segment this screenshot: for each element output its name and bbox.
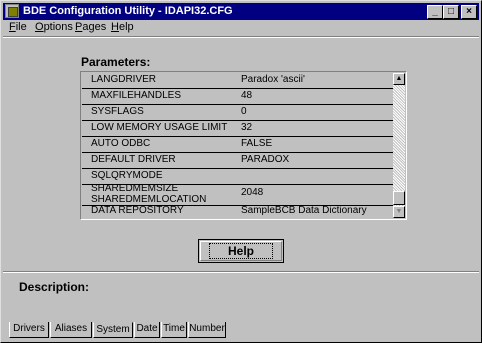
title-bar[interactable]: BDE Configuration Utility - IDAPI32.CFG … xyxy=(3,3,479,20)
param-name-text: SHAREDMEMSIZE xyxy=(91,185,179,194)
main-window: BDE Configuration Utility - IDAPI32.CFG … xyxy=(0,0,482,343)
param-name: SYSFLAGS xyxy=(82,105,234,120)
param-row-auto-odbc[interactable]: AUTO ODBC FALSE xyxy=(82,137,393,152)
scroll-up-button[interactable]: ▲ xyxy=(393,73,405,85)
minimize-button[interactable]: _ xyxy=(427,5,443,19)
parameters-grid-body: LANGDRIVER Paradox 'ascii' MAXFILEHANDLE… xyxy=(82,73,393,218)
tab-label: Time xyxy=(163,323,185,334)
close-button[interactable]: × xyxy=(461,5,477,19)
param-value[interactable]: 0 xyxy=(235,105,393,120)
minimize-icon: _ xyxy=(432,6,438,17)
param-row-default-driver[interactable]: DEFAULT DRIVER PARADOX xyxy=(82,153,393,168)
arrow-down-icon: ▼ xyxy=(395,208,403,215)
param-value-text: Paradox 'ascii' xyxy=(241,74,305,85)
param-value-text: 32 xyxy=(241,122,253,133)
menu-options-accel: O xyxy=(35,21,44,33)
menu-file[interactable]: File xyxy=(9,21,27,33)
param-value[interactable]: 48 xyxy=(235,89,393,104)
app-icon[interactable] xyxy=(5,4,19,18)
param-value-text: FALSE xyxy=(241,138,273,149)
param-name-text: SQLQRYMODE xyxy=(91,170,163,181)
parameters-grid[interactable]: LANGDRIVER Paradox 'ascii' MAXFILEHANDLE… xyxy=(80,71,407,220)
param-name: SHAREDMEMSIZE SHAREDMEMLOCATION xyxy=(82,185,234,205)
param-row-sharedmem[interactable]: SHAREDMEMSIZE SHAREDMEMLOCATION 2048 xyxy=(82,185,393,205)
tab-number[interactable]: Number xyxy=(188,322,226,338)
param-value-text: 2048 xyxy=(241,187,264,198)
menu-options-label: ptions xyxy=(43,21,73,33)
param-name-text: DATA REPOSITORY xyxy=(91,206,184,216)
menu-file-accel: F xyxy=(9,21,16,33)
param-name-text: MAXFILEHANDLES xyxy=(91,90,182,101)
param-name: DATA REPOSITORY xyxy=(82,206,234,218)
menu-pages[interactable]: Pages xyxy=(75,21,106,33)
param-name-text: DEFAULT DRIVER xyxy=(91,154,176,165)
tab-label: Drivers xyxy=(13,323,45,334)
scroll-down-button[interactable]: ▼ xyxy=(393,206,405,218)
param-value[interactable]: FALSE xyxy=(235,137,393,152)
param-value-text: 0 xyxy=(241,106,247,117)
parameters-label: Parameters: xyxy=(81,55,151,69)
param-name-text: SYSFLAGS xyxy=(91,106,144,117)
tab-time[interactable]: Time xyxy=(161,322,187,338)
param-value-text: SampleBCB Data Dictionary xyxy=(241,206,367,216)
param-row-maxfilehandles[interactable]: MAXFILEHANDLES 48 xyxy=(82,89,393,104)
description-separator xyxy=(3,271,479,273)
param-value[interactable]: SampleBCB Data Dictionary xyxy=(235,206,393,218)
param-name: SQLQRYMODE xyxy=(82,169,234,184)
param-value-text: 48 xyxy=(241,90,253,101)
tab-date[interactable]: Date xyxy=(134,322,160,338)
tab-system[interactable]: System xyxy=(93,322,133,338)
menu-pages-label: ages xyxy=(82,21,107,33)
menu-options[interactable]: Options xyxy=(35,21,73,33)
param-value[interactable] xyxy=(235,169,393,184)
param-value[interactable]: PARADOX xyxy=(235,153,393,168)
param-name-text: AUTO ODBC xyxy=(91,138,151,149)
tab-label: Number xyxy=(189,323,225,334)
param-name: MAXFILEHANDLES xyxy=(82,89,234,104)
param-row-langdriver[interactable]: LANGDRIVER Paradox 'ascii' xyxy=(82,73,393,88)
param-name-text-2: SHAREDMEMLOCATION xyxy=(91,194,207,205)
menu-help-label: elp xyxy=(118,21,134,33)
help-button-label: Help xyxy=(208,243,273,259)
maximize-button[interactable]: □ xyxy=(443,5,459,19)
param-value[interactable]: Paradox 'ascii' xyxy=(235,73,393,88)
description-label: Description: xyxy=(19,280,90,294)
menu-file-label: ile xyxy=(15,21,27,33)
tab-drivers[interactable]: Drivers xyxy=(9,322,49,338)
close-icon: × xyxy=(466,6,472,17)
tab-label: Date xyxy=(136,323,158,334)
param-name: LANGDRIVER xyxy=(82,73,234,88)
menu-separator xyxy=(3,36,479,38)
scroll-thumb[interactable] xyxy=(393,191,405,205)
param-row-sqlqrymode[interactable]: SQLQRYMODE xyxy=(82,169,393,184)
help-button-face: Help xyxy=(200,241,282,261)
param-row-data-repository[interactable]: DATA REPOSITORY SampleBCB Data Dictionar… xyxy=(82,206,393,218)
maximize-icon: □ xyxy=(447,6,455,17)
arrow-up-icon: ▲ xyxy=(395,75,403,82)
window-title: BDE Configuration Utility - IDAPI32.CFG xyxy=(23,5,233,17)
param-value[interactable]: 32 xyxy=(235,121,393,136)
param-row-sysflags[interactable]: SYSFLAGS 0 xyxy=(82,105,393,120)
tab-aliases[interactable]: Aliases xyxy=(50,322,92,338)
menu-help-accel: H xyxy=(111,21,119,33)
param-name-text: LANGDRIVER xyxy=(91,74,157,85)
param-row-low-memory-usage-limit[interactable]: LOW MEMORY USAGE LIMIT 32 xyxy=(82,121,393,136)
param-name: AUTO ODBC xyxy=(82,137,234,152)
tab-label: Aliases xyxy=(54,323,88,334)
param-value-text: PARADOX xyxy=(241,154,290,165)
param-name: DEFAULT DRIVER xyxy=(82,153,234,168)
param-name: LOW MEMORY USAGE LIMIT xyxy=(82,121,234,136)
page-tabs: Drivers Aliases System Date Time Number xyxy=(5,321,479,339)
parameters-scrollbar[interactable]: ▲ ▼ xyxy=(393,73,405,218)
param-value[interactable]: 2048 xyxy=(235,185,393,205)
menu-help[interactable]: Help xyxy=(111,21,134,33)
help-button[interactable]: Help xyxy=(198,239,284,263)
param-name-text: LOW MEMORY USAGE LIMIT xyxy=(91,122,228,133)
tab-label: System xyxy=(96,324,130,335)
